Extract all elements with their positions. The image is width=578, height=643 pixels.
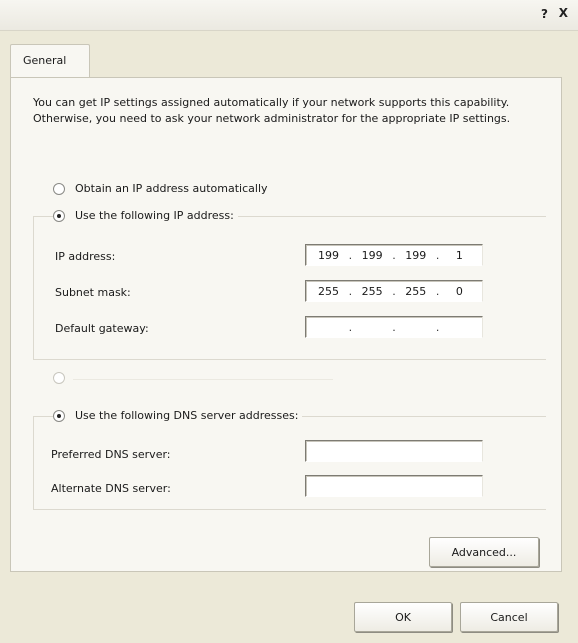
- obtain-dns-auto-radio[interactable]: [53, 372, 65, 384]
- default-gateway-label: Default gateway:: [55, 322, 149, 335]
- use-static-dns-radio[interactable]: [53, 409, 65, 422]
- tab-general-label: General: [23, 54, 67, 67]
- advanced-button[interactable]: Advanced...: [429, 537, 539, 567]
- disabled-label-placeholder: [73, 379, 333, 380]
- default-gateway-input[interactable]: . . .: [305, 316, 483, 338]
- preferred-dns-label: Preferred DNS server:: [51, 448, 171, 461]
- ip-octet[interactable]: 255: [316, 285, 342, 298]
- alternate-dns-label: Alternate DNS server:: [51, 482, 171, 495]
- obtain-ip-auto-label: Obtain an IP address automatically: [75, 182, 268, 195]
- ip-octet[interactable]: 255: [403, 285, 429, 298]
- ok-button[interactable]: OK: [354, 602, 452, 632]
- ip-octet[interactable]: 199: [403, 249, 429, 262]
- general-panel: You can get IP settings assigned automat…: [10, 77, 562, 572]
- use-static-ip-option[interactable]: Use the following IP address:: [53, 209, 238, 222]
- intro-text: You can get IP settings assigned automat…: [33, 96, 511, 125]
- ip-octet[interactable]: 1: [446, 249, 472, 262]
- preferred-dns-input[interactable]: [305, 440, 483, 462]
- use-static-dns-label: Use the following DNS server addresses:: [75, 409, 299, 422]
- alternate-dns-input[interactable]: [305, 475, 483, 497]
- use-static-dns-option[interactable]: Use the following DNS server addresses:: [53, 409, 303, 422]
- ip-octet[interactable]: 199: [359, 249, 385, 262]
- ip-octet[interactable]: 199: [316, 249, 342, 262]
- title-bar: ? X: [0, 0, 578, 31]
- use-static-ip-radio[interactable]: [53, 209, 65, 222]
- ip-address-label: IP address:: [55, 250, 116, 263]
- tab-general[interactable]: General: [10, 44, 90, 79]
- help-button[interactable]: ?: [537, 6, 552, 22]
- use-static-ip-label: Use the following IP address:: [75, 209, 234, 222]
- ip-octet[interactable]: 255: [359, 285, 385, 298]
- subnet-mask-label: Subnet mask:: [55, 286, 131, 299]
- subnet-mask-input[interactable]: 255. 255. 255. 0: [305, 280, 483, 302]
- obtain-ip-auto-radio[interactable]: [53, 182, 65, 195]
- ip-octet[interactable]: 0: [446, 285, 472, 298]
- obtain-dns-auto-option[interactable]: [53, 372, 75, 384]
- ip-address-input[interactable]: 199. 199. 199. 1: [305, 244, 483, 266]
- obtain-ip-auto-option[interactable]: Obtain an IP address automatically: [53, 182, 268, 195]
- close-button[interactable]: X: [559, 6, 568, 20]
- cancel-button[interactable]: Cancel: [460, 602, 558, 632]
